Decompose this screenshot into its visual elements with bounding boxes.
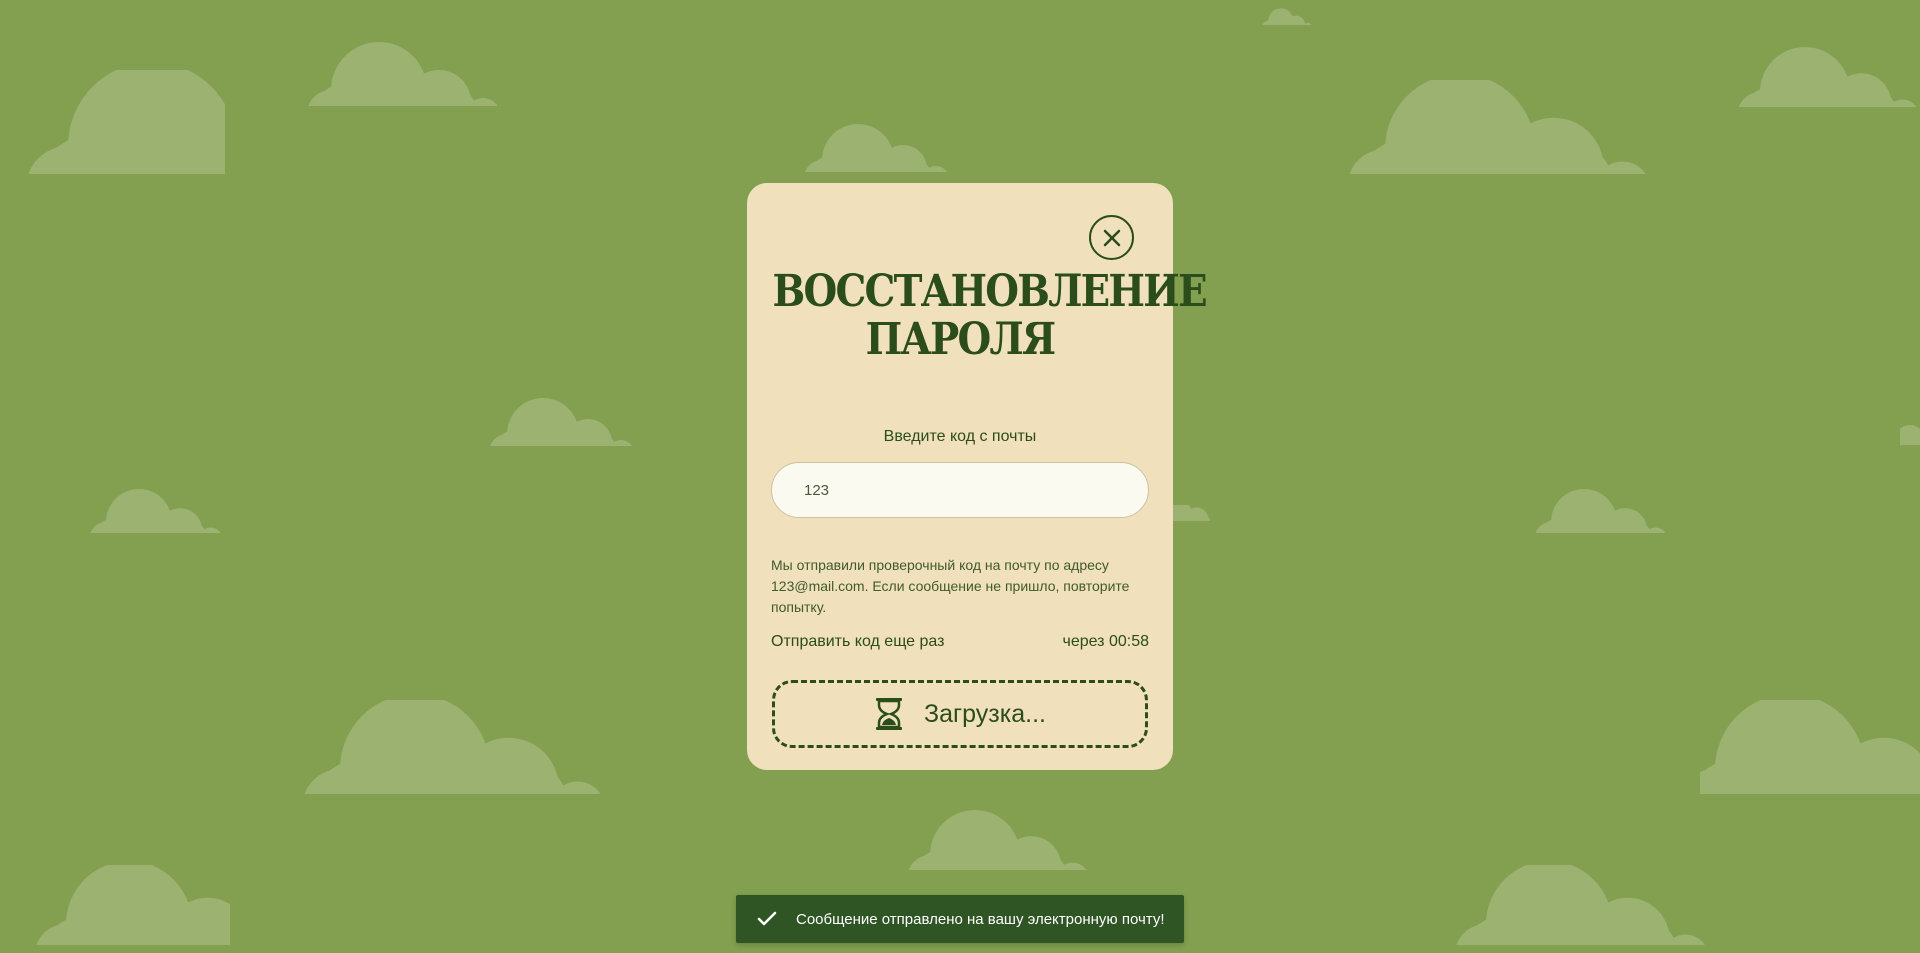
toast-notification: Сообщение отправлено на вашу электронную… — [736, 895, 1184, 943]
title-line-2: ПАРОЛЯ — [865, 314, 1057, 365]
submit-label: Загрузка... — [924, 699, 1046, 728]
submit-button[interactable]: Загрузка... — [772, 680, 1148, 748]
resend-timer: через 00:58 — [1062, 633, 1150, 650]
close-button[interactable] — [1089, 215, 1134, 260]
resend-code-link[interactable]: Отправить код еще раз — [771, 633, 944, 651]
close-icon — [1103, 229, 1120, 246]
modal-title: ВОССТАНОВЛЕНИЕ ПАРОЛЯ — [772, 266, 1208, 365]
toast-message: Сообщение отправлено на вашу электронную… — [796, 910, 1165, 928]
info-text: Мы отправили проверочный код на почту по… — [771, 557, 1130, 615]
title-line-1: ВОССТАНОВЛЕНИЕ — [772, 266, 1208, 317]
code-label: Введите код с почты — [883, 428, 1037, 445]
hourglass-icon — [876, 698, 903, 730]
resend-row: Отправить код еще раз через 00:58 — [771, 633, 1149, 651]
check-icon — [756, 908, 778, 930]
code-input[interactable] — [771, 462, 1149, 518]
password-recovery-modal: ВОССТАНОВЛЕНИЕ ПАРОЛЯ Введите код с почт… — [747, 183, 1208, 770]
